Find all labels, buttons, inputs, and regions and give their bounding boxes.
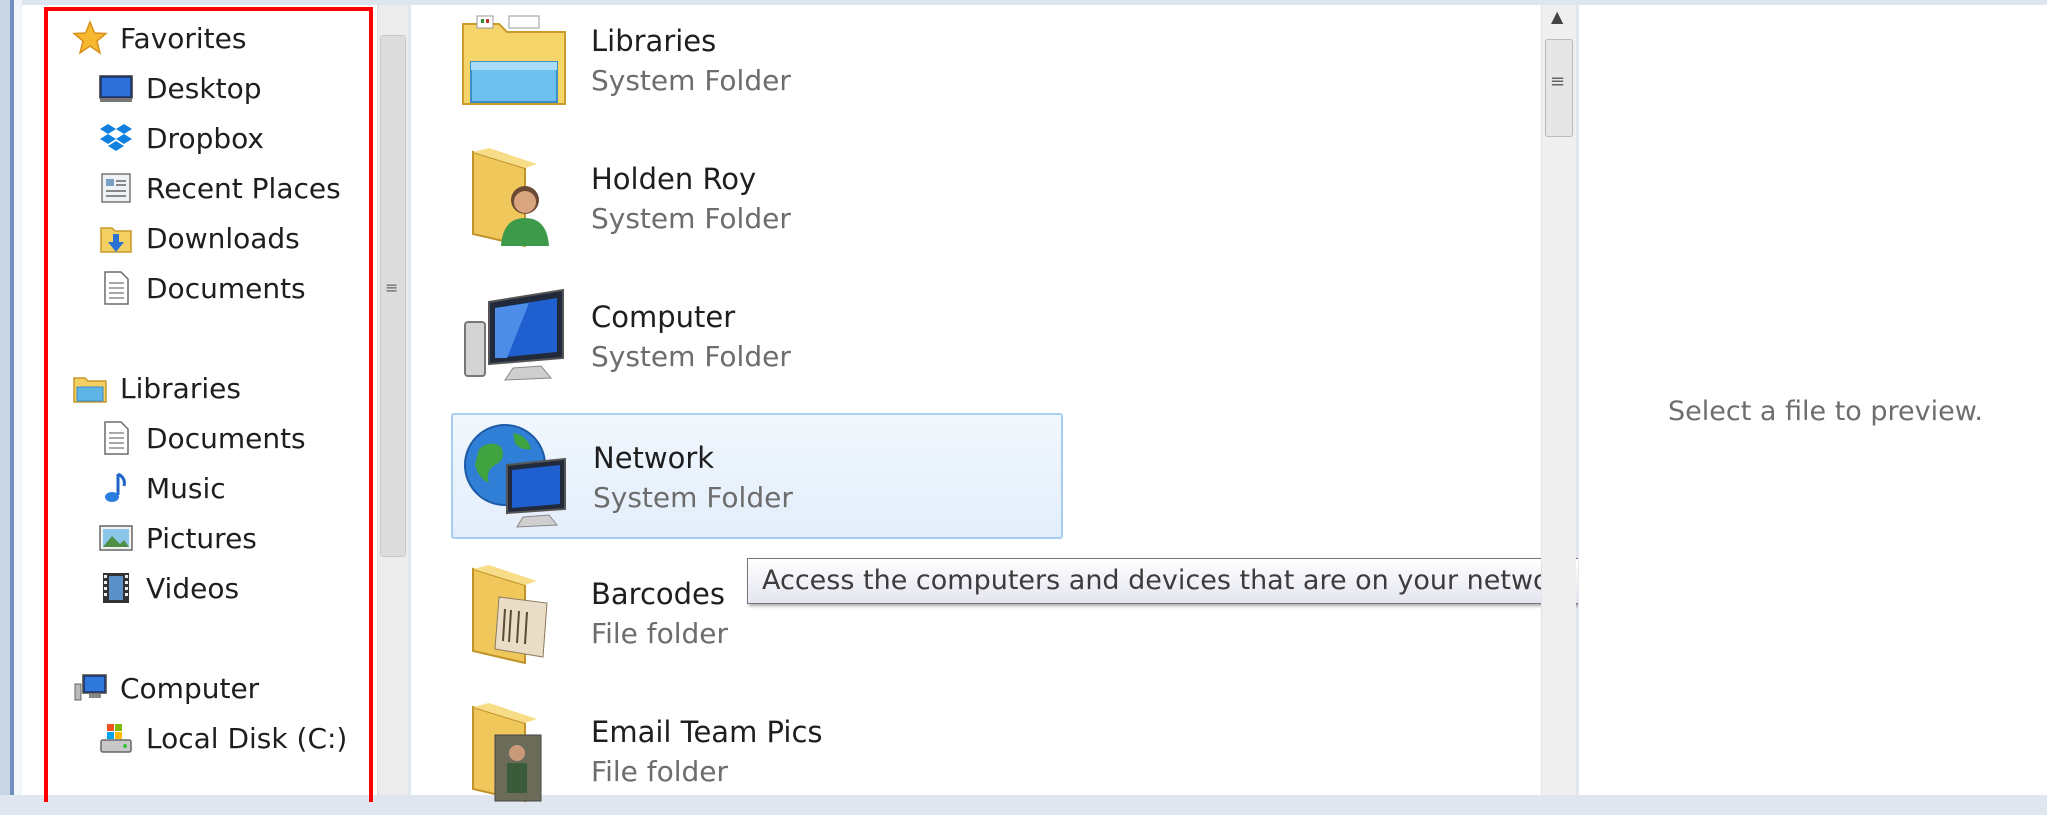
nav-item-music[interactable]: Music	[98, 466, 226, 510]
computer-icon	[459, 280, 569, 390]
file-type: System Folder	[591, 64, 791, 97]
nav-item-label: Music	[146, 471, 226, 505]
desktop-icon	[98, 70, 134, 106]
nav-computer[interactable]: Computer	[72, 666, 259, 710]
network-icon	[461, 421, 571, 531]
user-folder-icon	[459, 142, 569, 252]
window-left-edge	[0, 0, 22, 795]
file-item-computer[interactable]: Computer System Folder	[451, 274, 1063, 400]
nav-item-label: Documents	[146, 271, 306, 305]
music-icon	[98, 470, 134, 506]
nav-item-documents[interactable]: Documents	[98, 266, 306, 310]
computer-icon	[72, 670, 108, 706]
file-item-network[interactable]: Network System Folder	[451, 413, 1063, 539]
file-item-holden-roy[interactable]: Holden Roy System Folder	[451, 136, 1063, 262]
nav-item-downloads[interactable]: Downloads	[98, 216, 300, 260]
nav-item-videos[interactable]: Videos	[98, 566, 239, 610]
nav-computer-label: Computer	[120, 671, 260, 705]
recent-places-icon	[98, 170, 134, 206]
file-type: System Folder	[593, 481, 793, 514]
preview-placeholder-text: Select a file to preview.	[1668, 396, 1983, 427]
nav-pane-scrollbar[interactable]: ≡	[377, 5, 408, 795]
dropbox-icon	[98, 120, 134, 156]
nav-favorites-label: Favorites	[120, 21, 247, 55]
file-name: Libraries	[591, 24, 717, 58]
libraries-folder-icon	[459, 4, 569, 114]
file-type: File folder	[591, 755, 729, 788]
folder-icon	[459, 557, 569, 667]
file-item-email-team-pics[interactable]: Email Team Pics File folder	[451, 689, 1063, 815]
document-icon	[98, 420, 134, 456]
nav-item-dropbox[interactable]: Dropbox	[98, 116, 264, 160]
nav-item-library-documents[interactable]: Documents	[98, 416, 306, 460]
file-name: Network	[593, 441, 715, 475]
file-name: Barcodes	[591, 577, 725, 611]
star-icon	[72, 20, 108, 56]
document-icon	[98, 270, 134, 306]
nav-item-label: Documents	[146, 421, 306, 455]
nav-item-local-disk[interactable]: Local Disk (C:)	[98, 716, 347, 760]
scroll-grip-icon: ≡	[1550, 71, 1566, 92]
nav-item-label: Desktop	[146, 71, 262, 105]
file-type: System Folder	[591, 202, 791, 235]
downloads-icon	[98, 220, 134, 256]
file-item-libraries[interactable]: Libraries System Folder	[451, 0, 1063, 124]
pictures-icon	[98, 520, 134, 556]
nav-libraries[interactable]: Libraries	[72, 366, 241, 410]
nav-item-label: Local Disk (C:)	[146, 721, 348, 755]
file-name: Email Team Pics	[591, 715, 823, 749]
nav-libraries-label: Libraries	[120, 371, 241, 405]
nav-item-label: Downloads	[146, 221, 300, 255]
nav-item-recent-places[interactable]: Recent Places	[98, 166, 341, 210]
local-disk-icon	[98, 720, 134, 756]
scroll-grip-icon: ≡	[385, 278, 399, 297]
file-list-scrollbar[interactable]: ▲ ≡	[1541, 5, 1576, 795]
file-type: System Folder	[591, 340, 791, 373]
scroll-up-arrow-icon[interactable]: ▲	[1551, 7, 1563, 26]
videos-icon	[98, 570, 134, 606]
nav-item-label: Recent Places	[146, 171, 341, 205]
nav-favorites[interactable]: Favorites	[72, 16, 246, 60]
file-name: Computer	[591, 300, 736, 334]
nav-item-desktop[interactable]: Desktop	[98, 66, 261, 110]
file-type: File folder	[591, 617, 729, 650]
nav-item-label: Videos	[146, 571, 240, 605]
nav-item-pictures[interactable]: Pictures	[98, 516, 257, 560]
nav-item-label: Pictures	[146, 521, 257, 555]
nav-item-label: Dropbox	[146, 121, 264, 155]
file-name: Holden Roy	[591, 162, 757, 196]
folder-icon	[459, 695, 569, 805]
network-tooltip: Access the computers and devices that ar…	[747, 558, 1600, 604]
libraries-icon	[72, 370, 108, 406]
